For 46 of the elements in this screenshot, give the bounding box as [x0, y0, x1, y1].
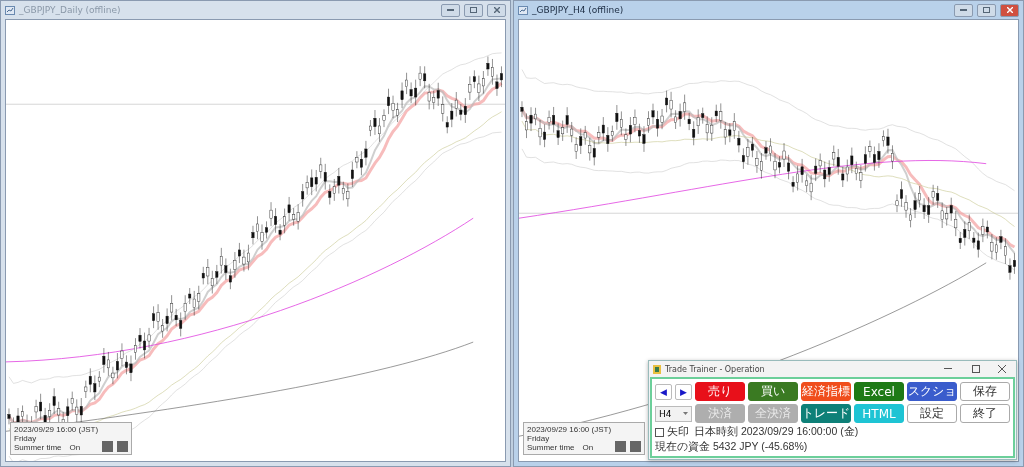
info-date: 2023/09/29 16:00 (JST): [14, 425, 99, 434]
chart-window-icon: [5, 5, 15, 15]
minimize-icon: [960, 9, 967, 11]
caret-icon: [683, 412, 688, 415]
minimize-icon: [447, 9, 454, 11]
info-day: Friday: [14, 434, 99, 443]
minimize-icon[interactable]: [944, 368, 952, 370]
close-icon: [1006, 7, 1013, 13]
action-button[interactable]: 保存: [960, 382, 1010, 401]
action-button[interactable]: 経済指標: [801, 382, 851, 401]
action-button[interactable]: 設定: [907, 404, 957, 423]
maximize-icon: [983, 7, 990, 13]
action-button[interactable]: トレード: [801, 404, 851, 423]
close-icon: [493, 7, 500, 13]
maximize-icon: [470, 7, 477, 13]
arrow-checkbox[interactable]: [655, 427, 664, 437]
action-button[interactable]: Excel: [854, 382, 904, 401]
nav-button[interactable]: ▶: [675, 383, 692, 400]
minimize-button[interactable]: [441, 3, 460, 17]
minimize-button[interactable]: [954, 3, 973, 17]
info-label: Summer time: [14, 443, 62, 452]
action-button[interactable]: 終了: [960, 404, 1010, 423]
close-button[interactable]: [487, 3, 506, 17]
close-icon[interactable]: [998, 365, 1006, 373]
nav-button[interactable]: ◀: [655, 383, 672, 400]
maximize-button[interactable]: [464, 3, 483, 17]
info-label: Summer time: [527, 443, 575, 452]
window-title: _GBPJPY_Daily (offline): [19, 5, 122, 15]
action-button[interactable]: スクショ: [907, 382, 957, 401]
app-icon: [653, 364, 661, 374]
info-date: 2023/09/29 16:00 (JST): [527, 425, 612, 434]
window-title: _GBPJPY_H4 (offline): [532, 5, 625, 15]
info-value: On: [582, 443, 594, 452]
action-button[interactable]: 買い: [748, 382, 798, 401]
maximize-icon[interactable]: [972, 365, 980, 373]
action-button[interactable]: 売り: [695, 382, 745, 401]
info-value: On: [69, 443, 81, 452]
checkbox-label: 矢印: [667, 425, 689, 439]
chart-window-icon: [518, 5, 528, 15]
funds-text: 現在の資金 5432 JPY (-45.68%): [655, 440, 808, 454]
timeframe-dropdown[interactable]: H4: [655, 405, 692, 422]
maximize-button[interactable]: [977, 3, 996, 17]
close-button[interactable]: [1000, 3, 1019, 17]
dialog-title: Trade Trainer - Operation: [665, 364, 766, 374]
time-text: 日本時刻 2023/09/29 16:00:00 (金): [694, 425, 859, 439]
info-day: Friday: [527, 434, 612, 443]
